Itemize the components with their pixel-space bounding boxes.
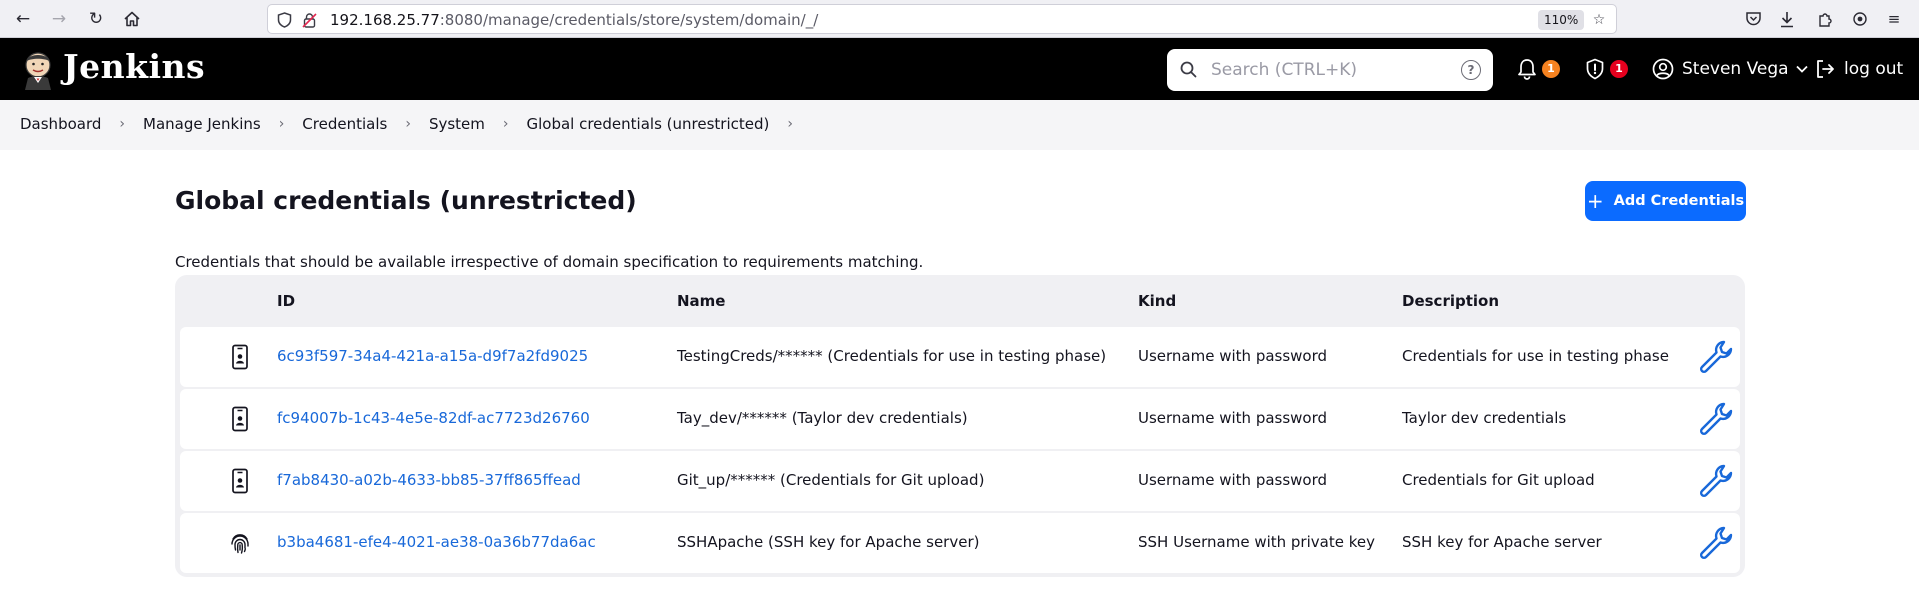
breadcrumb-separator-icon[interactable]: › [503, 116, 509, 132]
credential-id-link[interactable]: 6c93f597-34a4-421a-a15a-d9f7a2fd9025 [277, 347, 588, 365]
help-icon[interactable]: ? [1461, 60, 1481, 80]
credential-kind: Username with password [1138, 471, 1328, 489]
back-arrow-icon[interactable]: ← [11, 7, 35, 31]
downloads-icon[interactable] [1777, 9, 1797, 29]
column-header-id[interactable]: ID [277, 292, 295, 310]
breadcrumb-manage-jenkins[interactable]: Manage Jenkins [143, 115, 261, 133]
table-row: b3ba4681-efe4-4021-ae38-0a36b77da6ac SSH… [180, 513, 1740, 573]
url-text[interactable]: 192.168.25.77:8080/manage/credentials/st… [330, 11, 818, 29]
url-host: 192.168.25.77 [330, 11, 440, 29]
jenkins-logo-icon[interactable] [20, 50, 56, 90]
logout-icon [1817, 60, 1834, 78]
credential-name: TestingCreds/****** (Credentials for use… [677, 347, 1107, 365]
breadcrumb-dashboard[interactable]: Dashboard [20, 115, 101, 133]
menu-icon[interactable]: ≡ [1884, 9, 1904, 29]
table-row: fc94007b-1c43-4e5e-82df-ac7723d26760 Tay… [180, 389, 1740, 449]
plus-icon: + [1586, 189, 1604, 213]
credential-name: SSHApache (SSH key for Apache server) [677, 533, 980, 551]
notifications-badge: 1 [1542, 60, 1560, 78]
insecure-lock-icon[interactable] [301, 12, 317, 28]
security-alerts-button[interactable]: 1 [1585, 38, 1628, 100]
search-icon [1180, 61, 1197, 78]
user-menu[interactable]: Steven Vega [1652, 38, 1809, 100]
bookmark-star-icon[interactable]: ☆ [1591, 12, 1607, 28]
credential-kind: SSH Username with private key [1138, 533, 1375, 551]
search-box[interactable]: ? [1167, 49, 1493, 91]
credential-kind: Username with password [1138, 409, 1328, 427]
breadcrumb-separator-icon[interactable]: › [119, 116, 125, 132]
forward-arrow-icon[interactable]: → [47, 7, 71, 31]
user-avatar-icon [1652, 58, 1674, 80]
credential-id-link[interactable]: f7ab8430-a02b-4633-bb85-37ff865ffead [277, 471, 581, 489]
credential-id-link[interactable]: fc94007b-1c43-4e5e-82df-ac7723d26760 [277, 409, 590, 427]
breadcrumb-global-credentials[interactable]: Global credentials (unrestricted) [526, 115, 769, 133]
id-card-icon [232, 406, 248, 432]
breadcrumb-credentials[interactable]: Credentials [302, 115, 387, 133]
app-title[interactable]: Jenkins [63, 47, 205, 86]
wrench-icon[interactable] [1698, 525, 1734, 561]
zoom-level-badge[interactable]: 110% [1538, 10, 1585, 30]
container-icon[interactable] [1850, 9, 1870, 29]
add-credentials-label: Add Credentials [1613, 193, 1745, 209]
home-icon[interactable] [120, 7, 144, 31]
address-bar[interactable]: 192.168.25.77:8080/manage/credentials/st… [267, 4, 1617, 34]
credentials-table: ID Name Kind Description 6c93f597-34a4-4… [175, 275, 1745, 577]
shield-icon[interactable] [276, 12, 292, 28]
bell-icon [1518, 59, 1536, 80]
wrench-icon[interactable] [1698, 463, 1734, 499]
wrench-icon[interactable] [1698, 339, 1734, 375]
id-card-icon [232, 344, 248, 370]
breadcrumb-separator-icon[interactable]: › [279, 116, 285, 132]
url-path: :8080/manage/credentials/store/system/do… [439, 11, 819, 29]
breadcrumb-system[interactable]: System [429, 115, 485, 133]
logout-button[interactable]: log out [1814, 38, 1903, 100]
credential-description: Taylor dev credentials [1402, 409, 1567, 427]
search-input[interactable] [1211, 57, 1451, 83]
breadcrumb-separator-icon[interactable]: › [405, 116, 411, 132]
credential-kind: Username with password [1138, 347, 1328, 365]
wrench-icon[interactable] [1698, 401, 1734, 437]
jenkins-header: Jenkins ? 1 1 Steven Vega [0, 38, 1919, 100]
chevron-down-icon [1795, 65, 1808, 73]
browser-toolbar: ← → ↻ 192.168.25.77:8080/manage/credenti… [0, 0, 1919, 38]
shield-warning-icon [1586, 58, 1604, 80]
add-credentials-button[interactable]: + Add Credentials [1585, 181, 1746, 221]
credential-name: Git_up/****** (Credentials for Git uploa… [677, 471, 985, 489]
security-badge: 1 [1610, 60, 1628, 78]
credential-name: Tay_dev/****** (Taylor dev credentials) [677, 409, 968, 427]
table-row: f7ab8430-a02b-4633-bb85-37ff865ffead Git… [180, 451, 1740, 511]
column-header-name[interactable]: Name [677, 292, 725, 310]
page-title: Global credentials (unrestricted) [175, 186, 637, 215]
table-row: 6c93f597-34a4-421a-a15a-d9f7a2fd9025 Tes… [180, 327, 1740, 387]
pocket-icon[interactable] [1743, 9, 1763, 29]
user-name: Steven Vega [1682, 59, 1789, 79]
extensions-icon[interactable] [1815, 9, 1835, 29]
credential-description: SSH key for Apache server [1402, 533, 1602, 551]
breadcrumb-separator-icon[interactable]: › [787, 116, 793, 132]
logout-label: log out [1844, 59, 1904, 79]
breadcrumb: Dashboard › Manage Jenkins › Credentials… [0, 100, 1919, 150]
column-header-description[interactable]: Description [1402, 292, 1499, 310]
credential-description: Credentials for use in testing phase [1402, 347, 1669, 365]
notifications-button[interactable]: 1 [1517, 38, 1560, 100]
id-card-icon [232, 468, 248, 494]
column-header-kind[interactable]: Kind [1138, 292, 1176, 310]
credential-id-link[interactable]: b3ba4681-efe4-4021-ae38-0a36b77da6ac [277, 533, 596, 551]
credential-description: Credentials for Git upload [1402, 471, 1595, 489]
fingerprint-icon [231, 534, 249, 554]
page-description: Credentials that should be available irr… [175, 253, 924, 271]
reload-icon[interactable]: ↻ [84, 7, 108, 31]
